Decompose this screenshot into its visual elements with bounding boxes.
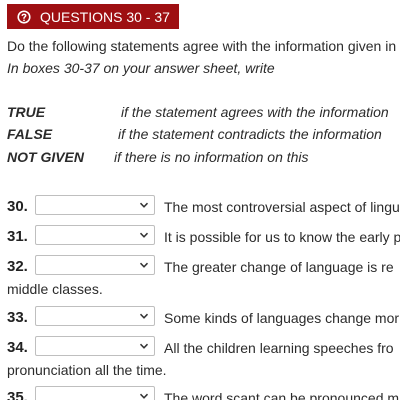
questions-header: QUESTIONS 30 - 37: [7, 4, 179, 29]
help-circle-icon: [17, 9, 31, 24]
chevron-down-icon: [139, 232, 149, 238]
key-meaning-not-given: if there is no information on this: [114, 149, 309, 165]
key-term-true: TRUE: [7, 104, 46, 120]
key-meaning-true: if the statement agrees with the informa…: [121, 104, 389, 120]
question-number: 34.: [7, 339, 28, 356]
question-text: Some kinds of languages change mor: [164, 310, 400, 326]
question-number: 32.: [7, 258, 28, 275]
question-text: The most controversial aspect of lingu: [164, 199, 400, 215]
question-row-32: 32. The greater change of language is re: [0, 255, 400, 279]
chevron-down-icon: [139, 202, 149, 208]
reading-questions-panel: QUESTIONS 30 - 37 Do the following state…: [0, 0, 400, 400]
question-number: 30.: [7, 198, 28, 215]
question-text: It is possible for us to know the early …: [164, 229, 400, 245]
question-text: All the children learning speeches fro: [164, 340, 394, 356]
question-row-34: 34. All the children learning speeches f…: [0, 336, 400, 360]
answer-select-35[interactable]: [35, 386, 155, 400]
question-number: 35.: [7, 389, 28, 400]
chevron-down-icon: [139, 262, 149, 268]
question-row-31: 31. It is possible for us to know the ea…: [0, 225, 400, 249]
question-row-30: 30. The most controversial aspect of lin…: [0, 195, 400, 219]
instruction-line-2: In boxes 30-37 on your answer sheet, wri…: [7, 60, 275, 76]
question-text-continuation-34: pronunciation all the time.: [7, 362, 167, 378]
chevron-down-icon: [139, 343, 149, 349]
question-text: The word scant can be pronounced m: [164, 390, 400, 400]
key-term-not-given: NOT GIVEN: [7, 149, 85, 165]
key-term-false: FALSE: [7, 126, 53, 142]
question-number: 31.: [7, 228, 28, 245]
answer-select-34[interactable]: [35, 336, 155, 356]
answer-select-31[interactable]: [35, 225, 155, 245]
question-row-35: 35. The word scant can be pronounced m: [0, 386, 400, 400]
answer-select-30[interactable]: [35, 195, 155, 215]
chevron-down-icon: [139, 393, 149, 399]
questions-header-title: QUESTIONS 30 - 37: [40, 8, 170, 25]
question-number: 33.: [7, 309, 28, 326]
instruction-line-1: Do the following statements agree with t…: [7, 38, 397, 54]
question-text-continuation-32: middle classes.: [7, 281, 103, 297]
answer-select-32[interactable]: [35, 255, 155, 275]
key-meaning-false: if the statement contradicts the informa…: [118, 126, 382, 142]
answer-select-33[interactable]: [35, 306, 155, 326]
chevron-down-icon: [139, 313, 149, 319]
question-row-33: 33. Some kinds of languages change mor: [0, 306, 400, 330]
question-text: The greater change of language is re: [164, 259, 394, 275]
